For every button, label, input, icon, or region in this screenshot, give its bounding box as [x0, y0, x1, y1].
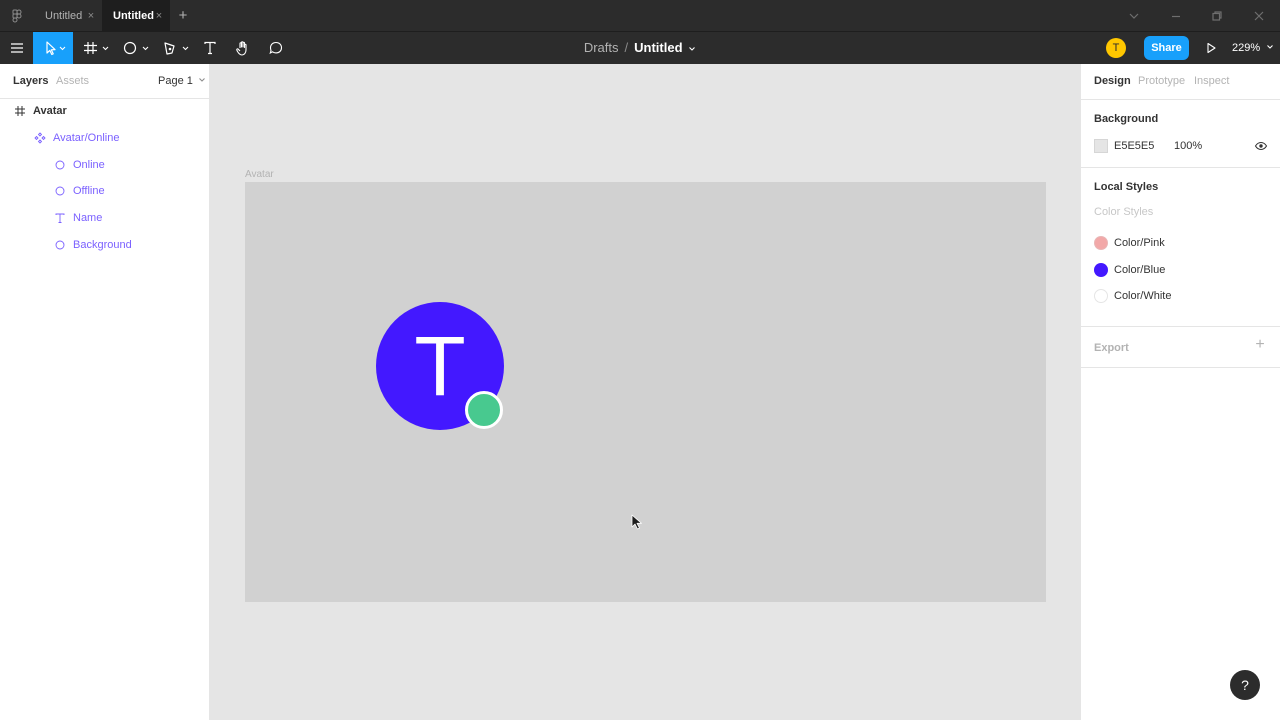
- divider: [1081, 167, 1280, 168]
- move-cursor-icon: [46, 41, 66, 56]
- hamburger-icon: [10, 43, 23, 53]
- share-button[interactable]: Share: [1144, 36, 1189, 60]
- color-swatch: [1094, 263, 1108, 277]
- ellipse-icon: [54, 239, 66, 251]
- file-tab-label: Untitled: [113, 10, 154, 22]
- text-tool-button[interactable]: [200, 32, 220, 64]
- move-tool-button[interactable]: [33, 32, 73, 64]
- layer-online[interactable]: Online: [0, 152, 210, 178]
- layer-label: Online: [73, 159, 105, 171]
- file-tab-active[interactable]: Untitled ×: [102, 0, 170, 32]
- background-color-swatch[interactable]: [1094, 139, 1108, 153]
- layer-avatar-online-component[interactable]: Avatar/Online: [0, 125, 210, 151]
- eye-icon[interactable]: [1254, 139, 1268, 153]
- help-button[interactable]: ?: [1230, 670, 1260, 700]
- layers-panel: Layers Assets Page 1 Avatar Avatar/Onlin…: [0, 64, 210, 720]
- toolbar: Drafts / Untitled T Share 229%: [0, 32, 1280, 64]
- file-tab-label: Untitled: [45, 10, 83, 22]
- canvas[interactable]: Avatar T: [211, 64, 1080, 720]
- add-export-icon[interactable]: +: [1253, 337, 1267, 353]
- breadcrumb: Drafts / Untitled: [0, 32, 1280, 64]
- layer-label: Background: [73, 239, 132, 251]
- layer-label: Avatar/Online: [53, 132, 120, 144]
- layer-label: Avatar: [33, 105, 67, 117]
- frame-icon: [14, 105, 26, 117]
- online-status-dot[interactable]: [465, 391, 503, 429]
- file-name[interactable]: Untitled: [634, 40, 682, 55]
- chevron-down-icon[interactable]: [1126, 8, 1142, 24]
- layer-label: Offline: [73, 185, 105, 197]
- color-style-item[interactable]: Color/Blue: [1094, 260, 1274, 280]
- hand-tool-button[interactable]: [233, 32, 253, 64]
- comment-icon: [269, 41, 283, 55]
- minimize-icon[interactable]: [1168, 8, 1184, 24]
- export-section-title: Export: [1094, 342, 1129, 354]
- chevron-down-icon: [199, 78, 205, 82]
- present-button[interactable]: [1202, 32, 1220, 64]
- color-style-name: Color/Pink: [1114, 237, 1165, 249]
- chevron-down-icon[interactable]: [688, 45, 696, 53]
- mouse-cursor-icon: [631, 514, 642, 530]
- frame-name-label[interactable]: Avatar: [245, 169, 274, 180]
- tab-layers[interactable]: Layers: [13, 75, 48, 87]
- divider: [1081, 99, 1280, 100]
- page-selector[interactable]: Page 1: [158, 75, 206, 87]
- text-icon: [204, 41, 216, 55]
- color-swatch: [1094, 236, 1108, 250]
- properties-panel: Design Prototype Inspect Background E5E5…: [1080, 64, 1280, 720]
- tab-assets[interactable]: Assets: [56, 75, 89, 87]
- tab-prototype[interactable]: Prototype: [1138, 75, 1185, 87]
- zoom-dropdown[interactable]: 229%: [1232, 32, 1274, 64]
- ellipse-icon: [54, 185, 66, 197]
- new-tab-icon[interactable]: +: [176, 8, 190, 24]
- background-hex-input[interactable]: E5E5E5: [1114, 140, 1154, 152]
- main-menu-button[interactable]: [0, 32, 33, 64]
- layer-background[interactable]: Background: [0, 232, 210, 258]
- component-icon: [34, 132, 46, 144]
- local-styles-title: Local Styles: [1094, 181, 1159, 193]
- frame-icon: [84, 42, 109, 54]
- pen-icon: [164, 42, 189, 55]
- hand-icon: [236, 41, 247, 56]
- breadcrumb-separator: /: [624, 40, 629, 55]
- chevron-down-icon: [1267, 45, 1274, 49]
- layer-offline[interactable]: Offline: [0, 178, 210, 204]
- close-tab-icon[interactable]: ×: [154, 10, 164, 22]
- avatar-frame[interactable]: [245, 182, 1046, 602]
- breadcrumb-drafts[interactable]: Drafts: [584, 40, 619, 55]
- frame-tool-button[interactable]: [80, 32, 112, 64]
- color-style-name: Color/Blue: [1114, 264, 1166, 276]
- background-opacity-input[interactable]: 100%: [1174, 140, 1202, 152]
- tab-design[interactable]: Design: [1094, 75, 1131, 87]
- layer-name-text[interactable]: Name: [0, 205, 210, 231]
- pen-tool-button[interactable]: [160, 32, 192, 64]
- tab-inspect[interactable]: Inspect: [1194, 75, 1229, 87]
- figma-menu-icon[interactable]: [10, 9, 24, 23]
- page-selector-label: Page 1: [158, 75, 193, 87]
- close-window-icon[interactable]: [1251, 8, 1267, 24]
- layer-label: Name: [73, 212, 103, 224]
- background-section-title: Background: [1094, 113, 1159, 125]
- layer-avatar-frame[interactable]: Avatar: [0, 98, 210, 124]
- left-panel-tabs: Layers Assets Page 1: [0, 64, 210, 99]
- color-style-item[interactable]: Color/White: [1094, 286, 1274, 306]
- play-icon: [1207, 42, 1216, 54]
- divider: [1081, 326, 1280, 327]
- text-icon: [54, 212, 66, 224]
- comment-tool-button[interactable]: [266, 32, 286, 64]
- close-tab-icon[interactable]: ×: [86, 10, 96, 22]
- zoom-level: 229%: [1232, 42, 1261, 54]
- color-style-item[interactable]: Color/Pink: [1094, 233, 1274, 253]
- color-style-name: Color/White: [1114, 290, 1172, 302]
- ellipse-icon: [123, 41, 149, 55]
- restore-icon[interactable]: [1209, 8, 1225, 24]
- ellipse-icon: [54, 159, 66, 171]
- title-bar: Untitled × Untitled × +: [0, 0, 1280, 32]
- color-swatch: [1094, 289, 1108, 303]
- shape-tool-button[interactable]: [120, 32, 152, 64]
- user-avatar[interactable]: T: [1106, 38, 1126, 58]
- divider: [1081, 367, 1280, 368]
- color-styles-label: Color Styles: [1094, 206, 1154, 218]
- file-tab[interactable]: Untitled ×: [34, 0, 102, 32]
